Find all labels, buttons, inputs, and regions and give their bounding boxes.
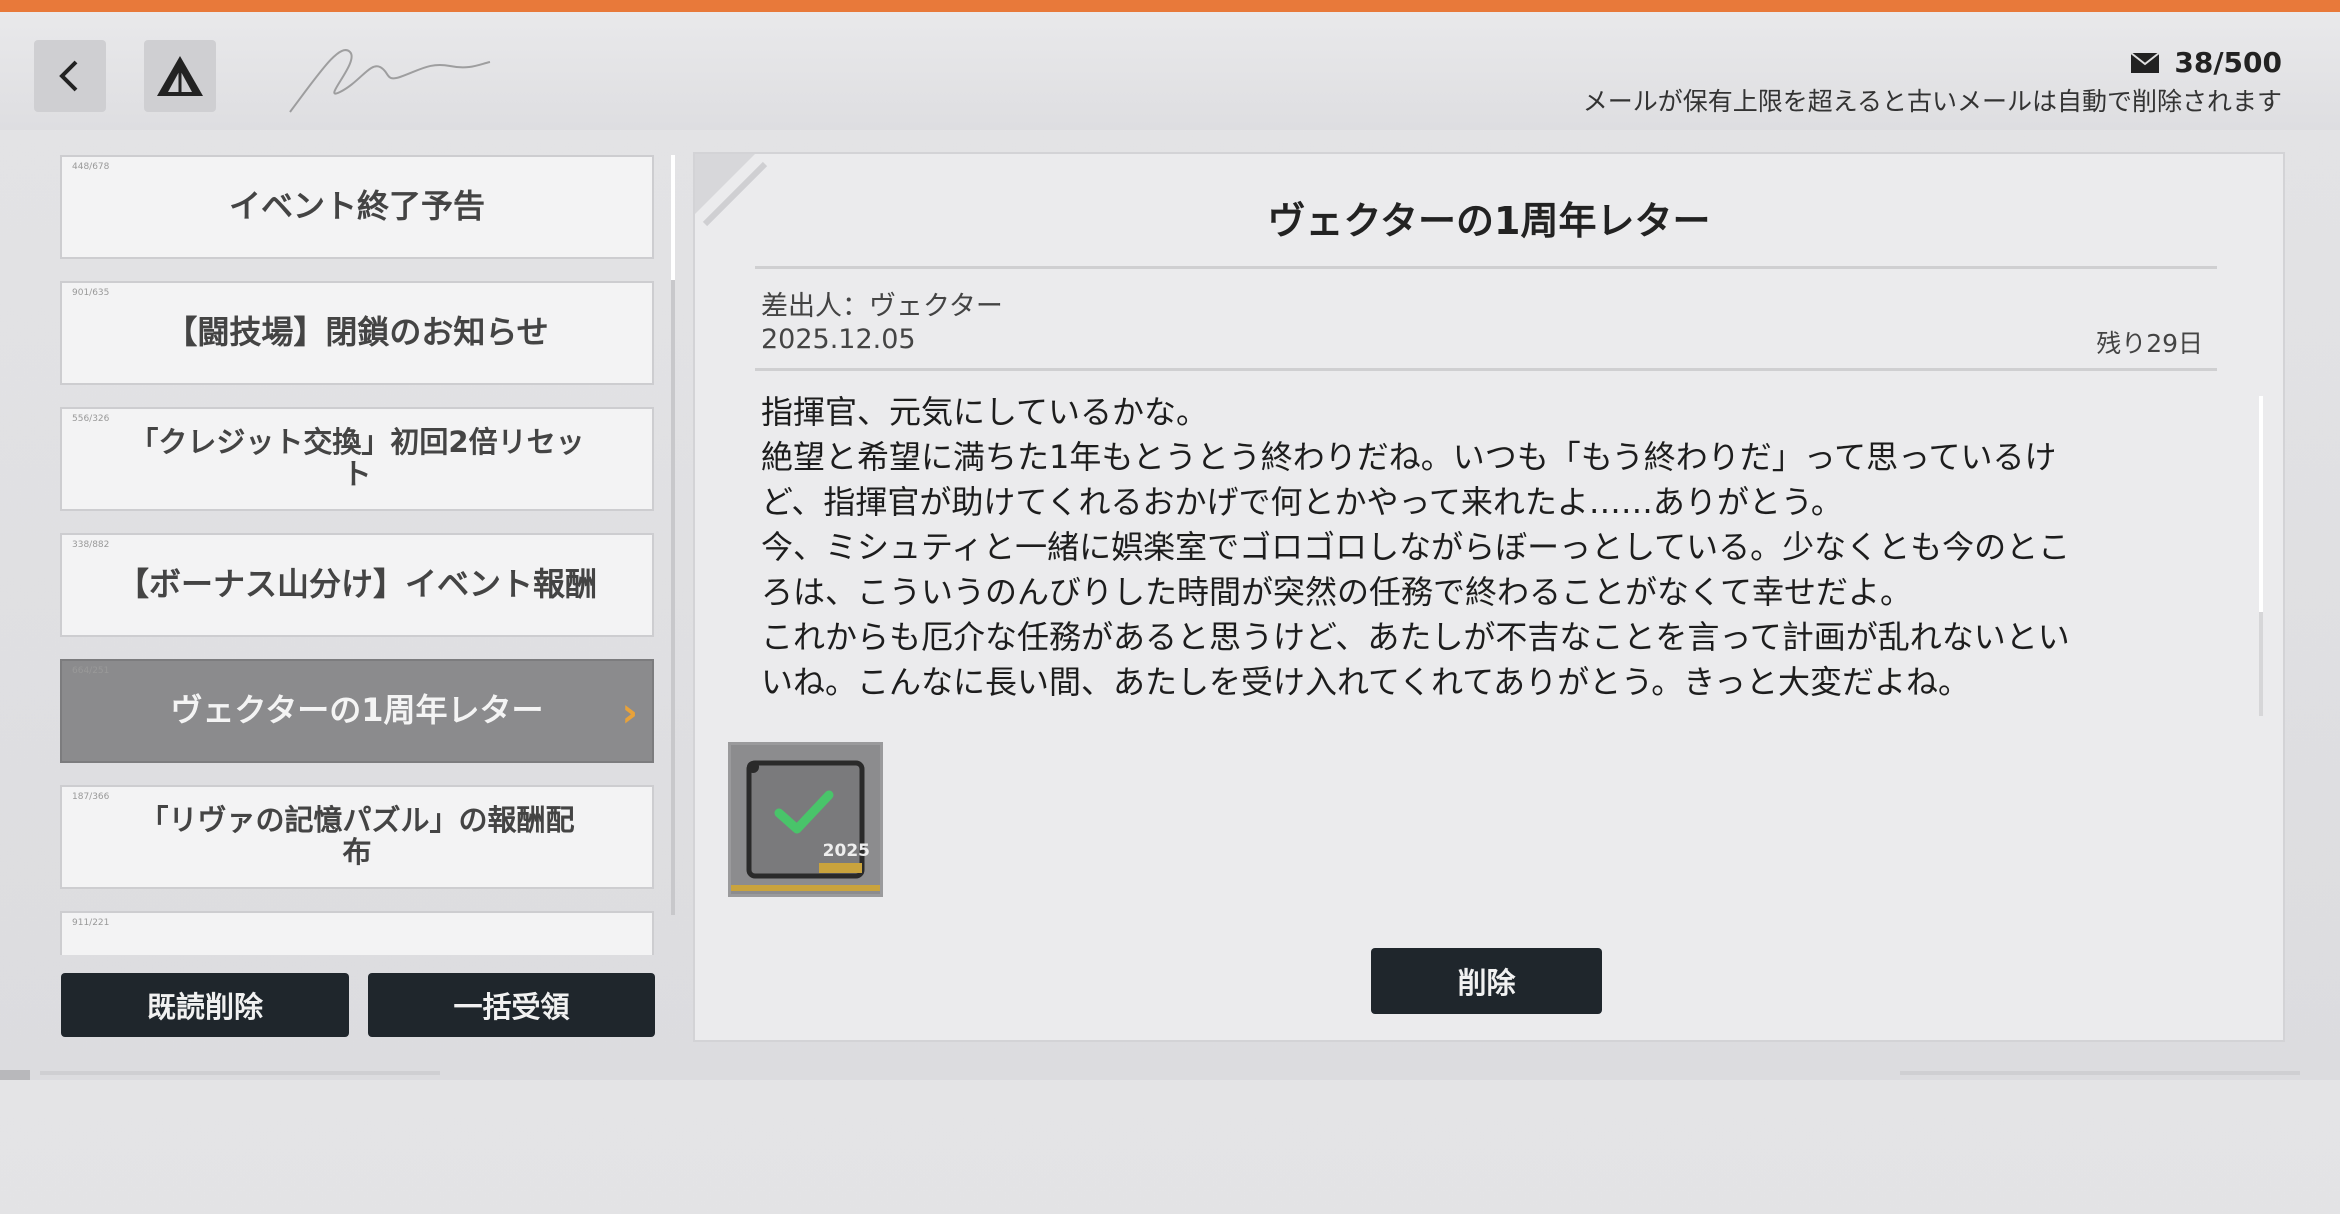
mail-item[interactable]: 338/882 【ボーナス山分け】イベント報酬 (60, 533, 654, 637)
mail-body-line: 指揮官、元気にしているかな。 (761, 393, 1209, 431)
mail-item-title-line: 「クレジット交換」初回2倍リセッ (129, 425, 585, 460)
mail-item-tag: 901/635 (72, 288, 110, 298)
mail-item[interactable]: 901/635 【闘技場】閉鎖のお知らせ (60, 281, 654, 385)
mail-body-line: ろは、こういうのんびりした時間が突然の任務で終わることがなくて幸せだよ。 (761, 573, 1913, 611)
mail-item-title-line: ト (342, 457, 372, 491)
mail-body-line: 今、ミシュティと一緒に娯楽室でゴロゴロしながらぼーっとしている。少なくとも今のと… (761, 528, 2071, 566)
mail-item-selected[interactable]: 664/251 ヴェクターの1周年レター › (60, 659, 654, 763)
mail-item[interactable]: 911/221 (60, 911, 654, 955)
mail-item-title: 【闘技場】閉鎖のお知らせ (165, 313, 549, 352)
mail-item-tag: 664/251 (72, 666, 110, 676)
mail-item-title: イベント終了予告 (228, 187, 485, 226)
chevron-left-icon (59, 60, 78, 92)
mail-date: 2025.12.05 (761, 324, 916, 355)
mail-item-title: 「リヴァの記憶パズル」の報酬配 布 (139, 803, 575, 869)
mail-item-tag: 556/326 (72, 414, 110, 424)
footer-decoration (0, 1070, 2300, 1080)
mail-item-title: ヴェクターの1周年レター (170, 691, 544, 730)
mail-body-scroll-thumb[interactable] (2259, 396, 2263, 612)
mail-item[interactable]: 448/678 イベント終了予告 (60, 155, 654, 259)
divider (755, 266, 2217, 269)
mail-item[interactable]: 187/366 「リヴァの記憶パズル」の報酬配 布 (60, 785, 654, 889)
attachment-item[interactable]: 2025 (728, 742, 883, 897)
sender-label: 差出人：ヴェクター (761, 291, 1003, 322)
remaining-days: 残り29日 (2096, 329, 2203, 358)
mail-item-tag: 448/678 (72, 162, 110, 172)
divider (755, 368, 2217, 371)
chevron-right-icon: › (621, 690, 638, 736)
mail-limit-notice: メールが保有上限を超えると古いメールは自動で削除されます (1582, 87, 2282, 116)
signature-decoration (289, 49, 491, 113)
attachment-label: 2025 (822, 841, 870, 861)
mail-body-line: ど、指揮官が助けてくれるおかげで何とかやって来れたよ……ありがとう。 (761, 483, 1843, 521)
mail-item-title: 「クレジット交換」初回2倍リセッ ト (129, 425, 585, 491)
check-icon (774, 790, 834, 834)
mail-item-tag: 911/221 (72, 918, 110, 928)
mail-count: 38/500 (2130, 46, 2282, 79)
home-button[interactable] (144, 40, 216, 112)
mail-list-scroll-thumb[interactable] (671, 155, 675, 280)
claim-all-button[interactable]: 一括受領 (368, 973, 655, 1037)
delete-button[interactable]: 削除 (1371, 948, 1602, 1014)
mail-icon (2130, 51, 2160, 73)
mail-body-line: 絶望と希望に満ちた1年もとうとう終わりだね。いつも「もう終わりだ」って思っている… (761, 438, 2057, 476)
home-logo-icon (157, 56, 203, 96)
mail-item[interactable]: 556/326 「クレジット交換」初回2倍リセッ ト (60, 407, 654, 511)
mail-item-title: 【ボーナス山分け】イベント報酬 (116, 565, 597, 604)
mail-title: ヴェクターの1周年レター (1267, 199, 1711, 243)
top-accent-bar (0, 0, 2340, 12)
mail-item-title-line: 「リヴァの記憶パズル」の報酬配 (139, 803, 575, 838)
mail-detail-panel: ヴェクターの1周年レター 差出人：ヴェクター 2025.12.05 残り29日 … (693, 152, 2285, 1042)
mail-body-line: いね。こんなに長い間、あたしを受け入れてくれてありがとう。きっと大変だよね。 (761, 663, 1970, 701)
mail-item-tag: 338/882 (72, 540, 110, 550)
mail-list: 448/678 イベント終了予告 901/635 【闘技場】閉鎖のお知らせ 55… (60, 155, 656, 955)
header-bar: 38/500 メールが保有上限を超えると古いメールは自動で削除されます (0, 12, 2340, 130)
mail-item-title-line: 布 (342, 835, 372, 869)
mail-body-line: これからも厄介な任務があると思うけど、あたしが不吉なことを言って計画が乱れないと… (761, 618, 2070, 656)
read-delete-button[interactable]: 既読削除 (61, 973, 349, 1037)
mail-item-tag: 187/366 (72, 792, 110, 802)
back-button[interactable] (34, 40, 106, 112)
mail-body[interactable]: 指揮官、元気にしているかな。 絶望と希望に満ちた1年もとうとう終わりだね。いつも… (761, 390, 2201, 716)
mail-count-text: 38/500 (2174, 46, 2282, 79)
